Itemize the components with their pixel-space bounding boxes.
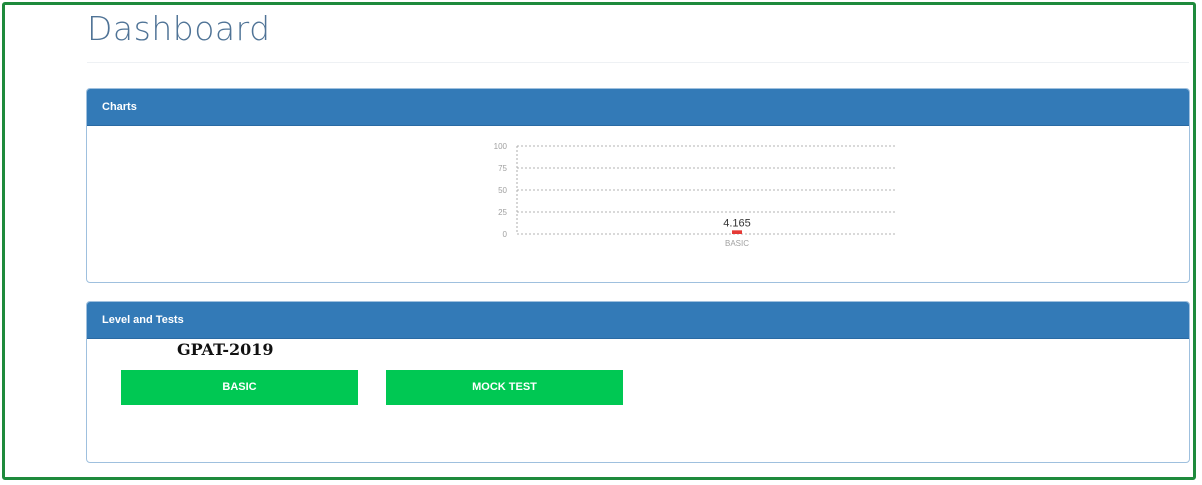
exam-title: GPAT-2019	[177, 340, 274, 359]
bar-chart-svg: 100 75 50 25 0 4.165 BASIC	[494, 142, 897, 248]
y-tick-label: 50	[498, 186, 507, 195]
page-title: Dashboard	[87, 9, 271, 48]
y-tick-label: 75	[498, 164, 507, 173]
bar	[732, 230, 742, 234]
mock-test-button[interactable]: MOCK TEST	[386, 370, 623, 405]
levels-panel-header: Level and Tests	[87, 302, 1189, 339]
basic-level-button[interactable]: BASIC	[121, 370, 358, 405]
window-frame: Dashboard Charts 100 75 50 25 0 4.165 BASIC Le…	[2, 2, 1196, 480]
title-divider	[87, 62, 1189, 63]
y-tick-label: 0	[503, 230, 508, 239]
data-label: 4.165	[723, 217, 751, 229]
y-tick-label: 25	[498, 208, 507, 217]
levels-panel: Level and Tests GPAT-2019 BASIC MOCK TES…	[86, 301, 1190, 463]
y-tick-label: 100	[494, 142, 508, 151]
bar-chart: 100 75 50 25 0 4.165 BASIC	[397, 136, 897, 256]
charts-panel: Charts 100 75 50 25 0 4.165 BASIC	[86, 88, 1190, 283]
x-tick-label: BASIC	[725, 239, 749, 248]
charts-panel-header: Charts	[87, 89, 1189, 126]
